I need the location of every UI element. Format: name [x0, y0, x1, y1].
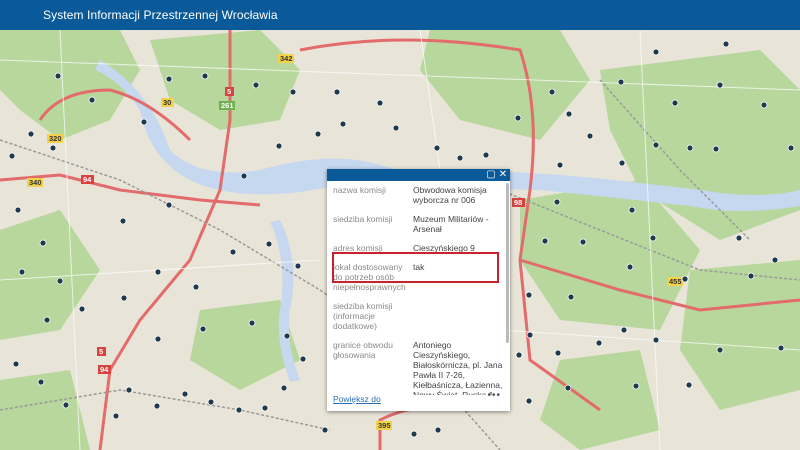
- road-label: 455: [669, 277, 682, 286]
- attribute-row: siedziba komisji Muzeum Militariów - Ars…: [333, 214, 503, 234]
- app-title: System Informacji Przestrzennej Wrocławi…: [43, 8, 278, 22]
- road-label: 340: [29, 178, 42, 187]
- attribute-row: nazwa komisji Obwodowa komisja wyborcza …: [333, 185, 503, 205]
- attribute-value: [413, 301, 503, 331]
- road-label: 94: [100, 365, 109, 374]
- attribute-row: siedziba komisji (informacje dodatkowe): [333, 301, 503, 331]
- attribute-label: nazwa komisji: [333, 185, 386, 195]
- close-icon[interactable]: ✕: [498, 170, 508, 180]
- road-label: 98: [514, 198, 522, 207]
- attribute-value: Obwodowa komisja wyborcza nr 006: [413, 185, 487, 205]
- road-label: 5: [99, 347, 103, 356]
- info-popup: ▢ ✕ nazwa komisji Obwodowa komisja wybor…: [327, 169, 510, 411]
- highlight-box: [332, 252, 499, 283]
- popup-scrollbar[interactable]: [506, 183, 509, 343]
- attribute-row: granice obwodu głosowania Antoniego Cies…: [333, 340, 503, 395]
- road-label: 395: [378, 421, 391, 430]
- attribute-value: Muzeum Militariów - Arsenał: [413, 214, 489, 234]
- maximize-icon[interactable]: ▢: [486, 170, 496, 180]
- zoom-to-link[interactable]: Powiększ do: [333, 394, 381, 404]
- popup-footer: Powiększ do •••: [333, 390, 503, 406]
- attribute-label: siedziba komisji (informacje dodatkowe): [333, 301, 393, 331]
- road-label: 320: [49, 134, 62, 143]
- road-label: 94: [83, 175, 92, 184]
- attribute-label: granice obwodu głosowania: [333, 340, 394, 360]
- app-header: System Informacji Przestrzennej Wrocławi…: [0, 0, 800, 30]
- road-label: 342: [280, 54, 293, 63]
- road-label: 5: [227, 87, 231, 96]
- more-options-button[interactable]: •••: [487, 390, 501, 401]
- road-label: 30: [163, 98, 171, 107]
- road-label: 261: [221, 101, 234, 110]
- attribute-label: siedziba komisji: [333, 214, 393, 224]
- attribute-value: Antoniego Cieszyńskiego, Białoskórnicza,…: [413, 340, 503, 395]
- popup-titlebar: ▢ ✕: [327, 169, 510, 181]
- popup-attributes: nazwa komisji Obwodowa komisja wyborcza …: [333, 185, 503, 395]
